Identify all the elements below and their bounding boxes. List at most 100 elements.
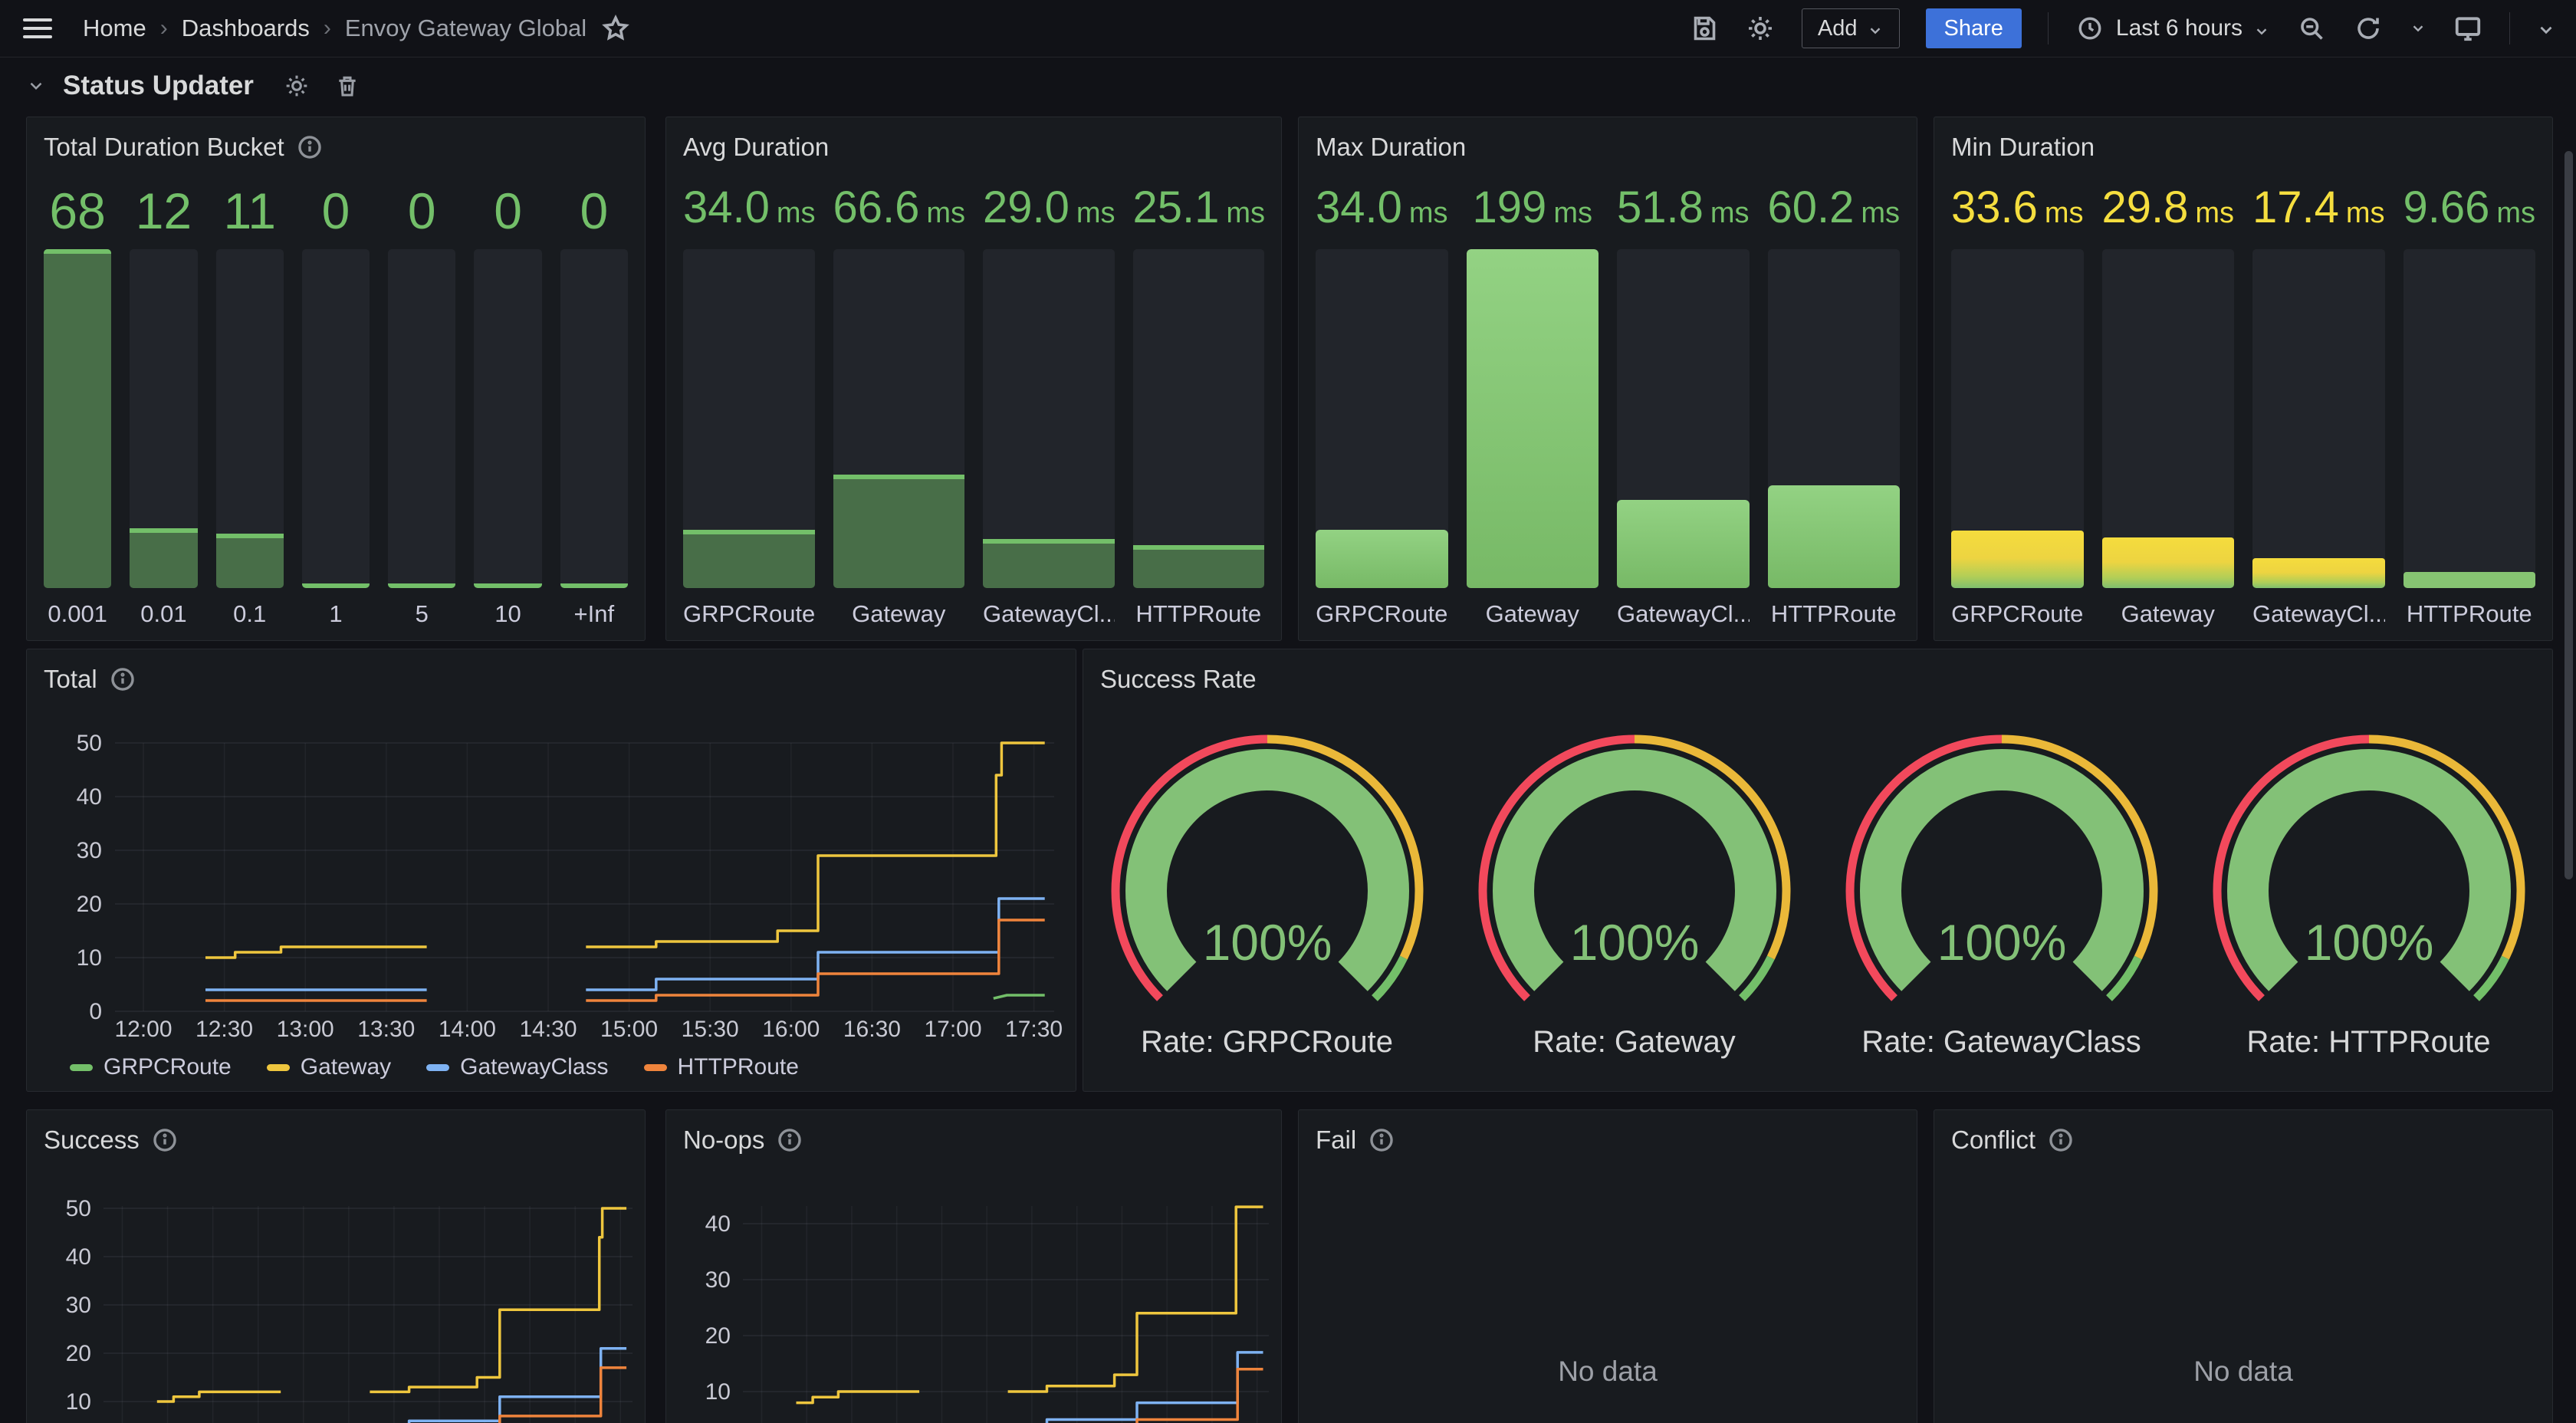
bar-gauge-column: 29.8msGateway xyxy=(2102,182,2235,631)
panel-header[interactable]: Success xyxy=(27,1110,645,1158)
panel-header[interactable]: No-ops xyxy=(666,1110,1281,1158)
panel-header[interactable]: Max Duration xyxy=(1299,117,1917,165)
legend-swatch xyxy=(267,1064,290,1071)
bar-gauge-value: 25.1ms xyxy=(1133,182,1265,249)
panel-header[interactable]: Conflict xyxy=(1934,1110,2552,1158)
vertical-scrollbar[interactable] xyxy=(2564,151,2573,879)
bar-gauge-unit: ms xyxy=(926,197,965,229)
legend-item-GatewayClass[interactable]: GatewayClass xyxy=(426,1054,608,1080)
bar-gauge-column: 34.0msGRPCRoute xyxy=(1316,182,1448,631)
bar-gauge-track xyxy=(683,249,815,588)
bar-gauge-value: 199ms xyxy=(1467,182,1599,249)
panel-header[interactable]: Fail xyxy=(1299,1110,1917,1158)
bar-gauge-track xyxy=(2102,249,2235,588)
panel-total: Total0102030405012:0012:3013:0013:3014:0… xyxy=(26,649,1076,1092)
bar-gauge-column: 33.6msGRPCRoute xyxy=(1951,182,2084,631)
bar-gauge-column: 17.4msGatewayCl... xyxy=(2252,182,2385,631)
svg-text:10: 10 xyxy=(77,945,102,971)
row-title[interactable]: Status Updater xyxy=(63,71,254,101)
time-range-picker[interactable]: Last 6 hours xyxy=(2075,13,2270,44)
panel-header[interactable]: Success Rate xyxy=(1083,649,2552,697)
svg-text:10: 10 xyxy=(66,1389,91,1415)
breadcrumb-home[interactable]: Home xyxy=(83,15,146,42)
refresh-icon[interactable] xyxy=(2353,13,2384,44)
bar-gauge-unit: ms xyxy=(2195,197,2234,229)
bar-gauge-column: 05 xyxy=(388,182,455,631)
settings-gear-icon[interactable] xyxy=(1745,13,1776,44)
panel-title: Success xyxy=(44,1126,140,1155)
svg-text:50: 50 xyxy=(77,731,102,756)
panel-total-duration-bucket: Total Duration Bucket680.001120.01110.10… xyxy=(26,117,646,641)
gauge: 100%Rate: HTTPRoute xyxy=(2185,726,2552,1060)
bar-gauge-value: 29.8ms xyxy=(2102,182,2235,249)
bar-gauge-column: 0+Inf xyxy=(560,182,628,631)
panel-success-rate: Success Rate100%Rate: GRPCRoute100%Rate:… xyxy=(1083,649,2553,1092)
bar-gauge-column: 9.66msHTTPRoute xyxy=(2404,182,2536,631)
svg-text:14:30: 14:30 xyxy=(519,1017,577,1042)
bar-gauge-column: 110.1 xyxy=(216,182,284,631)
series-line-HTTPRoute xyxy=(586,920,1044,1001)
bar-gauge-label: Gateway xyxy=(1467,588,1599,631)
series-line-Gateway xyxy=(1008,1207,1263,1392)
share-button[interactable]: Share xyxy=(1926,8,2022,48)
bar-gauge-unit: ms xyxy=(1409,197,1448,229)
toolbar-collapse-chevron-icon[interactable] xyxy=(2536,20,2553,37)
gauge-value: 100% xyxy=(1202,914,1332,971)
panel-header[interactable]: Min Duration xyxy=(1934,117,2552,165)
tv-kiosk-icon[interactable] xyxy=(2453,13,2483,44)
bar-gauge-label: HTTPRoute xyxy=(1133,588,1265,631)
bar-gauge: 680.001120.01110.101050100+Inf xyxy=(44,182,628,631)
bar-gauge-unit: ms xyxy=(2346,197,2385,229)
bar-gauge-value: 66.6ms xyxy=(833,182,965,249)
bar-gauge-fill xyxy=(1133,545,1265,588)
bar-gauge-track xyxy=(216,249,284,588)
legend-item-HTTPRoute[interactable]: HTTPRoute xyxy=(644,1054,799,1080)
panel-header[interactable]: Avg Duration xyxy=(666,117,1281,165)
panel-header[interactable]: Total Duration Bucket xyxy=(27,117,645,165)
bar-gauge-unit: ms xyxy=(1076,197,1116,229)
bar-gauge-unit: ms xyxy=(1553,197,1592,229)
svg-text:16:00: 16:00 xyxy=(762,1017,820,1042)
svg-text:30: 30 xyxy=(77,838,102,863)
series-line-Gateway xyxy=(797,1392,920,1403)
breadcrumb-current: Envoy Gateway Global xyxy=(345,15,586,42)
row-collapse-chevron-icon[interactable] xyxy=(26,76,46,96)
panel-header[interactable]: Total xyxy=(27,649,1076,697)
svg-text:14:00: 14:00 xyxy=(439,1017,496,1042)
svg-text:20: 20 xyxy=(705,1323,731,1349)
svg-text:50: 50 xyxy=(66,1196,91,1221)
panel-title: Avg Duration xyxy=(683,133,829,162)
bar-gauge-value: 9.66ms xyxy=(2404,182,2536,249)
refresh-interval-chevron-icon[interactable] xyxy=(2410,20,2426,37)
zoom-out-icon[interactable] xyxy=(2296,13,2327,44)
legend-item-GRPCRoute[interactable]: GRPCRoute xyxy=(70,1054,232,1080)
bar-gauge-value: 0 xyxy=(560,182,628,249)
row-delete-trash-icon[interactable] xyxy=(335,74,360,98)
bar-gauge-label: GatewayCl... xyxy=(983,588,1115,631)
add-button[interactable]: Add xyxy=(1802,8,1900,48)
bar-gauge-value: 12 xyxy=(130,182,197,249)
bar-gauge-track xyxy=(1617,249,1750,588)
save-icon[interactable] xyxy=(1688,13,1719,44)
bar-gauge-unit: ms xyxy=(1226,197,1265,229)
legend-item-Gateway[interactable]: Gateway xyxy=(267,1054,391,1080)
panel-title: Success Rate xyxy=(1100,665,1257,694)
info-icon xyxy=(1368,1127,1395,1153)
bar-gauge-fill xyxy=(388,583,455,588)
chart-legend: GRPCRoute Gateway GatewayClass HTTPRoute xyxy=(70,1054,799,1080)
bar-gauge: 34.0msGRPCRoute66.6msGateway29.0msGatewa… xyxy=(683,182,1264,631)
bar-gauge-column: 120.01 xyxy=(130,182,197,631)
breadcrumb-dashboards[interactable]: Dashboards xyxy=(182,15,310,42)
star-icon[interactable] xyxy=(600,13,631,44)
bar-gauge-label: 10 xyxy=(474,588,541,631)
bar-gauge-track xyxy=(474,249,541,588)
menu-icon[interactable] xyxy=(23,18,52,38)
panel-title: Min Duration xyxy=(1951,133,2095,162)
legend-label: HTTPRoute xyxy=(678,1054,799,1080)
bar-gauge-fill xyxy=(983,539,1115,588)
row-settings-gear-icon[interactable] xyxy=(284,74,309,98)
panel-title: Fail xyxy=(1316,1126,1356,1155)
series-line-Gateway xyxy=(586,743,1044,947)
time-series-chart: 0102030405012:0012:3013:0013:3014:0014:3… xyxy=(27,649,1077,1093)
bar-gauge-column: 29.0msGatewayCl... xyxy=(983,182,1115,631)
